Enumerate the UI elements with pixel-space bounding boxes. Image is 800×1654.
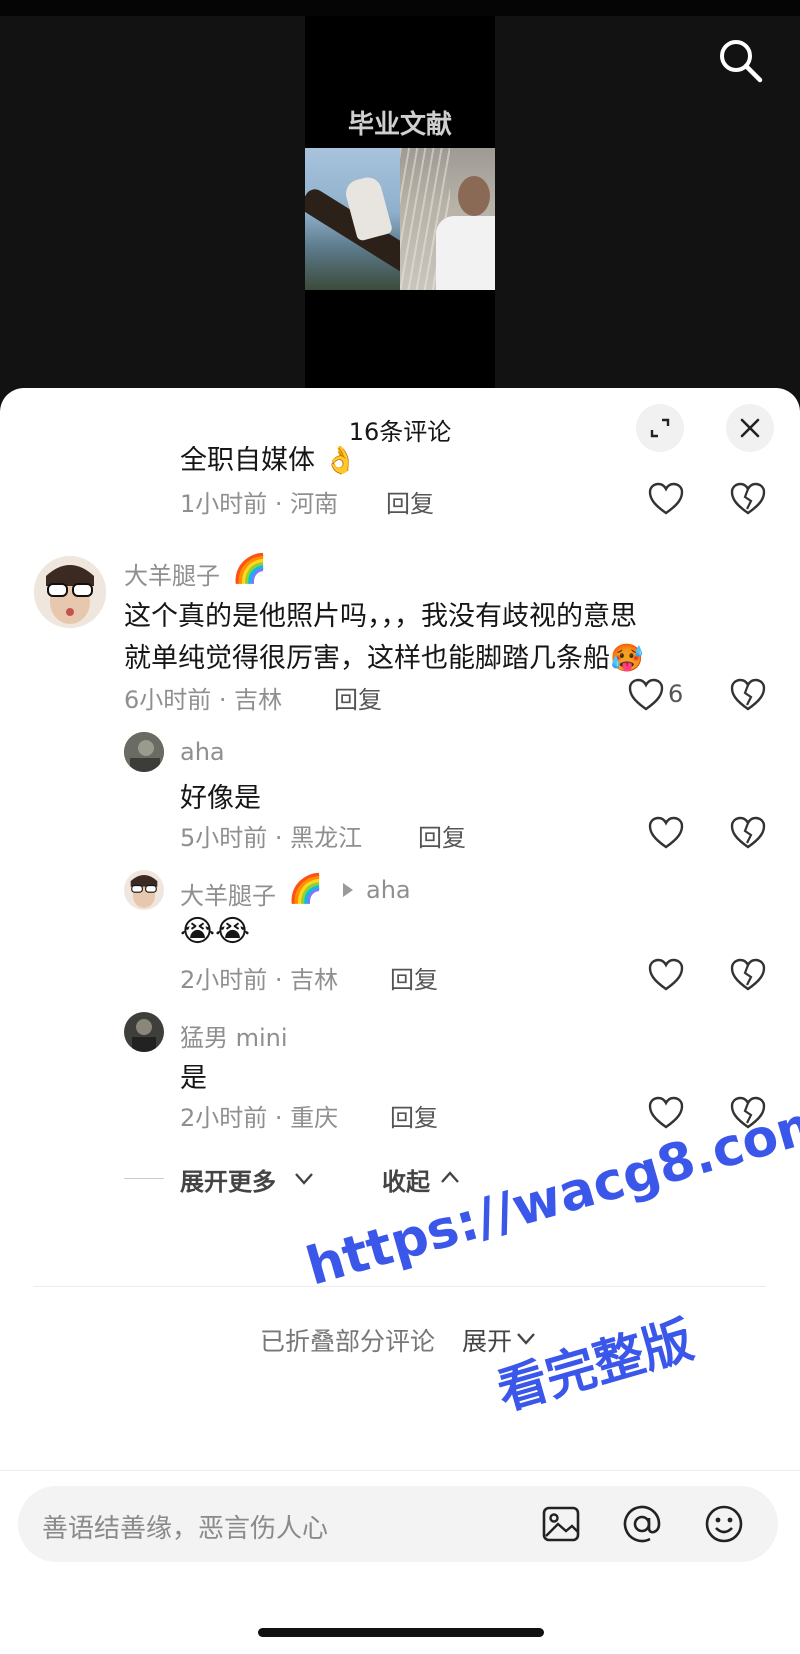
close-icon [740,418,760,438]
like-count: 6 [668,680,684,708]
expand-more-button[interactable]: 展开更多 [180,1162,276,1197]
mention-icon[interactable] [622,1504,662,1544]
avatar[interactable] [34,556,106,628]
reply-button[interactable]: 回复 [418,818,466,853]
reply-button[interactable]: 回复 [334,680,382,715]
comment-time-location: 2小时前 · 吉林 [180,966,339,994]
like-heart-icon[interactable] [648,816,684,850]
video-background[interactable]: 毕业文献 [0,0,800,420]
video-photos [305,148,495,290]
dislike-broken-heart-icon[interactable] [730,958,766,992]
home-indicator [258,1628,544,1637]
comment-time-location: 1小时前 · 河南 [180,490,339,518]
dislike-broken-heart-icon[interactable] [730,678,766,712]
divider [33,1286,766,1287]
reply-button[interactable]: 回复 [386,484,434,519]
comment-time-location: 2小时前 · 重庆 [180,1104,339,1132]
expand-button[interactable] [636,404,684,452]
comment-body: 好像是 [180,783,261,814]
dislike-broken-heart-icon[interactable] [730,816,766,850]
comment-input-bar[interactable]: 善语结善缘，恶言伤人心 [18,1486,778,1562]
avatar[interactable] [124,1012,164,1052]
comment-author[interactable]: aha [180,738,225,766]
rainbow-emoji: 🌈 [232,552,267,585]
chevron-up-icon[interactable] [440,1170,460,1184]
avatar[interactable] [124,732,164,772]
comment-body-line: 就单纯觉得很厉害，这样也能脚踏几条船🥵 [124,643,644,674]
emoji-icon[interactable] [704,1504,744,1544]
folded-comments-label: 已折叠部分评论 [260,1327,436,1356]
search-icon[interactable] [716,36,764,84]
video-title: 毕业文献 [347,110,452,140]
comment-time-location: 5小时前 · 黑龙江 [180,824,363,852]
comment-body: 是 [180,1063,207,1094]
expand-icon [650,418,670,438]
reply-button[interactable]: 回复 [390,960,438,995]
collapse-button[interactable]: 收起 [382,1162,430,1197]
like-heart-icon[interactable] [648,1096,684,1130]
like-heart-icon[interactable] [628,678,664,712]
dislike-broken-heart-icon[interactable] [730,482,766,516]
photo-man-in-grass [400,148,495,290]
thread-line [124,1178,164,1179]
comment-body-line: 这个真的是他照片吗，，，我没有歧视的意思 [124,601,637,632]
comment-author[interactable]: 猛男 mini [180,1018,288,1053]
like-heart-icon[interactable] [648,482,684,516]
comments-sheet: 16条评论 全职自媒体 👌 1小时前 · 河南 回复 大羊腿子 🌈 这个真的是他 [0,388,800,1654]
image-icon[interactable] [542,1506,580,1542]
avatar[interactable] [124,870,164,910]
reply-to-author[interactable]: aha [366,876,411,904]
comment-input-placeholder[interactable]: 善语结善缘，恶言伤人心 [42,1508,328,1545]
video-frame[interactable]: 毕业文献 [305,16,495,420]
chevron-down-icon[interactable] [294,1172,314,1186]
rainbow-emoji: 🌈 [288,872,323,905]
comment-time-location: 6小时前 · 吉林 [124,686,283,714]
reply-button[interactable]: 回复 [390,1098,438,1133]
like-heart-icon[interactable] [648,958,684,992]
close-button[interactable] [726,404,774,452]
divider [0,1470,800,1471]
photo-man-on-tree [305,148,400,290]
reply-arrow-icon [343,883,353,897]
comment-author[interactable]: 大羊腿子 [180,876,276,911]
status-strip [0,0,800,16]
comment-author[interactable]: 大羊腿子 [124,556,220,591]
comment-body: 😭😭 [180,914,251,949]
